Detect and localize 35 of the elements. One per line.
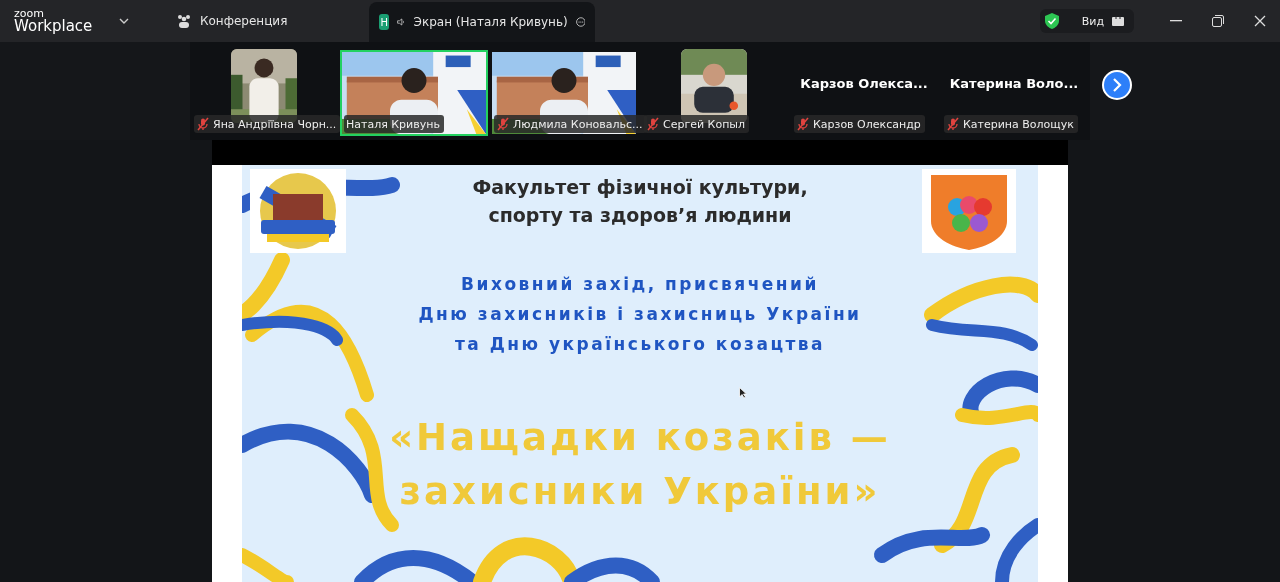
participant-tile[interactable]: Карзов Олекса... Карзов Олександр	[790, 50, 938, 136]
tab[interactable]: H Экран (Наталя Кривунь)	[369, 2, 596, 42]
more-options-icon[interactable]	[575, 14, 586, 30]
slide-title: «Нащадки козаків — захисники України»	[389, 415, 891, 515]
participant-name: Катерина Воло...	[949, 75, 1079, 91]
participant-tile[interactable]: Катерина Воло... Катерина Волощук	[940, 50, 1088, 136]
speaker-icon	[397, 16, 406, 28]
name-tag: Яна Андріївна Чорн...	[194, 115, 341, 133]
restore-icon[interactable]	[1210, 13, 1226, 29]
tab[interactable]: Конференция	[166, 4, 298, 38]
muted-mic-icon	[496, 117, 510, 131]
slide-subheading: Виховний захід, присвячений Дню захисників і захисниць України та Дню українського козацтва	[418, 273, 862, 356]
participant-tile[interactable]: Наталя Кривунь	[340, 50, 488, 136]
muted-mic-icon	[796, 117, 810, 131]
muted-mic-icon	[196, 117, 210, 131]
close-icon[interactable]	[1252, 13, 1268, 29]
name-tag: Сергей Копыл	[644, 115, 750, 133]
zoom-logo: zoom Workplace	[13, 8, 94, 34]
name-tag: Карзов Олександр	[794, 115, 925, 133]
name-tag: Наталя Кривунь	[344, 115, 444, 133]
participant-tile[interactable]: Яна Андріївна Чорн...	[190, 50, 338, 136]
muted-mic-icon	[946, 117, 960, 131]
view-button[interactable]: Вид	[1039, 9, 1134, 33]
mouse-cursor-icon	[739, 387, 747, 399]
chevron-right-icon	[1112, 78, 1122, 92]
name-tag: Людмила Коновальс...	[494, 115, 647, 133]
next-page-button[interactable]	[1102, 70, 1132, 100]
slide-heading: Факультет фізичної культури, спорту та здоров’я людини	[472, 175, 808, 228]
shield-check-icon	[1043, 12, 1060, 30]
muted-mic-icon	[646, 117, 660, 131]
people-icon	[176, 14, 192, 28]
name-tag: Катерина Волощук	[944, 115, 1078, 133]
grid-icon	[1112, 16, 1124, 26]
avatar-badge: H	[379, 14, 390, 30]
participant-name: Карзов Олекса...	[800, 75, 928, 91]
